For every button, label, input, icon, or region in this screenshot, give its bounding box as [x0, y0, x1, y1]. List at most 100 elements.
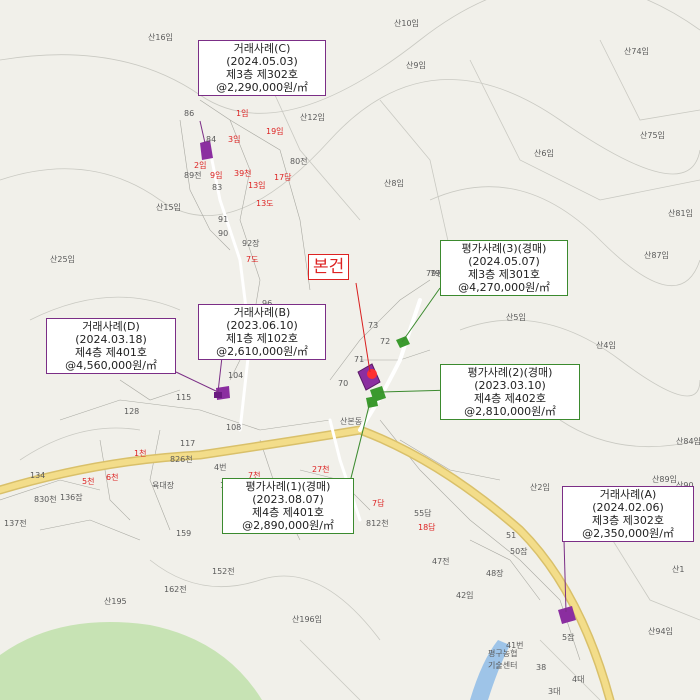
parcel-label: 159 [176, 529, 192, 538]
case-title: 거래사례(C) [233, 42, 291, 55]
red-parcel-label: 3임 [228, 135, 241, 144]
case-date: (2024.02.06) [592, 501, 664, 514]
poi-label: 4번 [214, 463, 227, 472]
parcel-label: 산1 [672, 565, 685, 574]
red-parcel-label: 1임 [236, 109, 249, 118]
case-box-trade-a[interactable]: 거래사례(A) (2024.02.06) 제3층 제302호 @2,350,00… [562, 486, 694, 542]
parcel-label: 90 [218, 229, 229, 238]
case-price: @2,350,000원/㎡ [582, 527, 674, 540]
red-parcel-label: 13도 [256, 199, 274, 208]
parcel-label: 산4임 [596, 341, 616, 350]
case-price: @2,810,000원/㎡ [464, 405, 556, 418]
case-date: (2024.05.07) [468, 255, 540, 268]
case-unit: 제4층 제401호 [75, 346, 147, 359]
case-price: @2,890,000원/㎡ [242, 519, 334, 532]
subject-label-box[interactable]: 본건 [308, 254, 350, 280]
parcel-label: 72 [380, 337, 391, 346]
red-parcel-label: 19임 [266, 127, 284, 136]
parcel-label: 5잡 [562, 633, 575, 642]
parcel-label: 812천 [366, 519, 389, 528]
parcel-label: 산84임 [676, 437, 700, 446]
case-unit: 제4층 제402호 [474, 392, 546, 405]
case-box-appraisal-3[interactable]: 평가사례(3)(경매) (2024.05.07) 제3층 제301호 @4,27… [440, 240, 568, 296]
parcel-label: 산8임 [384, 179, 404, 188]
parcel-label: 128 [124, 407, 140, 416]
parcel-label: 84 [206, 135, 217, 144]
parcel-label: 73 [368, 321, 379, 330]
parcel-label: 산87임 [644, 251, 669, 260]
parcel-label: 108 [226, 423, 242, 432]
case-box-trade-d[interactable]: 거래사례(D) (2024.03.18) 제4층 제401호 @4,560,00… [46, 318, 176, 374]
case-date: (2023.03.10) [474, 379, 546, 392]
park-area [0, 621, 262, 700]
parcel-label: 92장 [242, 239, 260, 248]
case-price: @2,610,000원/㎡ [216, 345, 308, 358]
parcel-label: 83 [212, 183, 223, 192]
parcel-label: 162전 [164, 585, 187, 594]
red-parcel-label: 5천 [82, 477, 95, 486]
parcel-label: 산15임 [156, 203, 181, 212]
red-parcel-label: 18답 [418, 523, 436, 532]
parcel-label: 47전 [432, 557, 450, 566]
parcel-label: 산5임 [506, 313, 526, 322]
red-parcel-label: 6천 [106, 473, 119, 482]
parcel-label: 산195 [104, 597, 127, 606]
parcel-label: 산74임 [624, 47, 649, 56]
case-date: (2023.08.07) [252, 493, 324, 506]
parcel-label: 50잡 [510, 547, 528, 556]
case-title: 평가사례(3)(경매) [461, 242, 547, 255]
case-date: (2024.05.03) [226, 55, 298, 68]
parcel-label: 산9임 [406, 61, 426, 70]
parcel-label: 71 [354, 355, 365, 364]
parcel-label: 산75임 [640, 131, 665, 140]
subject-marker [367, 369, 377, 379]
parcel-label: 137전 [4, 519, 27, 528]
parcel-label: 152전 [212, 567, 235, 576]
parcel-label: 산94임 [648, 627, 673, 636]
case-box-appraisal-2[interactable]: 평가사례(2)(경매) (2023.03.10) 제4층 제402호 @2,81… [440, 364, 580, 420]
map-canvas[interactable]: 산16임 산10임 산74임 산9임 산75임 산12임 산6임 산15임 산8… [0, 0, 700, 700]
parcel-label: 38 [536, 663, 547, 672]
parcel-label: 산12임 [300, 113, 325, 122]
parcel-label: 134 [30, 471, 46, 480]
red-parcel-label: 17답 [274, 173, 292, 182]
parcel-label: 55답 [414, 509, 432, 518]
red-parcel-label: 39천 [234, 169, 252, 178]
case-unit: 제1층 제102호 [226, 332, 298, 345]
case-box-trade-b[interactable]: 거래사례(B) (2023.06.10) 제1층 제102호 @2,610,00… [198, 304, 326, 360]
case-box-appraisal-1[interactable]: 평가사례(1)(경매) (2023.08.07) 제4층 제401호 @2,89… [222, 478, 354, 534]
red-parcel-label: 2임 [194, 161, 207, 170]
parcel-label: 104 [228, 371, 244, 380]
parcel-label: 70 [338, 379, 349, 388]
parcel-label: 42임 [456, 591, 474, 600]
parcel-label: 830천 [34, 495, 57, 504]
case-unit: 제3층 제301호 [468, 268, 540, 281]
parcel-label: 산196임 [292, 615, 322, 624]
case-title: 평가사례(1)(경매) [245, 480, 331, 493]
parcel-label: 산81임 [668, 209, 693, 218]
parcel-label: 4대 [572, 675, 585, 684]
red-parcel-label: 9임 [210, 171, 223, 180]
case-title: 거래사례(B) [233, 306, 291, 319]
poi-label: 평구농협 [488, 649, 518, 658]
case-title: 거래사례(A) [599, 488, 657, 501]
parcel-label: 48장 [486, 569, 504, 578]
parcel-label: 산6임 [534, 149, 554, 158]
parcel-label: 89전 [184, 171, 202, 180]
case-price: @4,560,000원/㎡ [65, 359, 157, 372]
parcel-label: 산89임 [652, 475, 677, 484]
parcel-label: 91 [218, 215, 229, 224]
parcel-label: 3대 [548, 687, 561, 696]
red-parcel-label: 7답 [372, 499, 385, 508]
parcel-label: 산16임 [148, 33, 173, 42]
red-parcel-label: 13임 [248, 181, 266, 190]
parcel-label: 산25임 [50, 255, 75, 264]
red-parcel-label: 7도 [246, 255, 259, 264]
case-date: (2023.06.10) [226, 319, 298, 332]
parcel-label: 115 [176, 393, 192, 402]
red-parcel-label: 1천 [134, 449, 147, 458]
case-e1-parcel [366, 396, 378, 408]
parcel-label: 산2임 [530, 483, 550, 492]
case-title: 거래사례(D) [82, 320, 140, 333]
case-box-trade-c[interactable]: 거래사례(C) (2024.05.03) 제3층 제302호 @2,290,00… [198, 40, 326, 96]
